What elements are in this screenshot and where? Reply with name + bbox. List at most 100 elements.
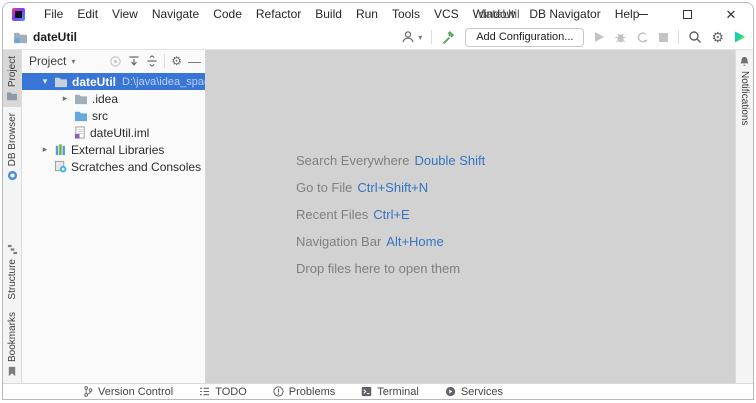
toolwindow-problems[interactable]: Problems [273, 386, 335, 398]
module-file-icon [74, 126, 86, 139]
notifications-bell-icon [739, 56, 750, 67]
chevron-right-icon[interactable]: ▸ [60, 93, 70, 104]
menu-db-navigator[interactable]: DB Navigator [522, 4, 607, 24]
debug-icon[interactable] [614, 31, 627, 44]
menu-view[interactable]: View [105, 4, 145, 24]
bookmarks-icon [7, 366, 17, 377]
editor-area[interactable]: Search Everywhere Double Shift Go to Fil… [206, 50, 735, 383]
user-profile-icon[interactable] [401, 30, 415, 44]
toolwindow-services[interactable]: Services [445, 386, 503, 398]
project-panel-title[interactable]: Project [29, 54, 66, 68]
menu-vcs[interactable]: VCS [427, 4, 466, 24]
libraries-icon [54, 143, 67, 156]
left-toolwindow-stripe: Project DB Browser Structure Bookmarks [3, 50, 22, 383]
toolwindow-label: Version Control [98, 386, 173, 398]
tree-row-iml[interactable]: dateUtil.iml [22, 124, 205, 141]
hint-drop-files: Drop files here to open them [296, 255, 485, 282]
hint-shortcut: Alt+Home [386, 234, 443, 249]
project-folder-icon [13, 31, 28, 44]
project-toolwindow: Project ▾ ⚙ — [22, 50, 206, 383]
toolwindow-label: Problems [289, 386, 335, 398]
tree-row-idea[interactable]: ▸ .idea [22, 90, 205, 107]
maximize-button[interactable] [665, 3, 709, 25]
menu-code[interactable]: Code [206, 4, 249, 24]
menu-edit[interactable]: Edit [70, 4, 105, 24]
run-icon[interactable] [593, 31, 605, 43]
panel-settings-gear-icon[interactable]: ⚙ [171, 54, 182, 68]
tree-row-root[interactable]: ▾ dateUtil D:\java\idea_space\dateUtil [22, 73, 205, 90]
add-configuration-button[interactable]: Add Configuration... [465, 28, 584, 47]
sidebar-item-db-browser[interactable]: DB Browser [3, 107, 21, 187]
project-tree: ▾ dateUtil D:\java\idea_space\dateUtil ▸… [22, 72, 205, 175]
toolwindow-label: Terminal [377, 386, 419, 398]
bookmarks-tab-label: Bookmarks [7, 312, 18, 362]
tree-item-label: src [92, 109, 108, 123]
expand-all-icon[interactable] [128, 55, 140, 67]
sidebar-item-bookmarks[interactable]: Bookmarks [3, 306, 21, 383]
tree-root-path: D:\java\idea_space\dateUtil [122, 76, 205, 88]
sidebar-item-project[interactable]: Project [3, 50, 21, 107]
intellij-logo-icon [12, 8, 25, 21]
toolwindow-terminal[interactable]: Terminal [361, 386, 419, 398]
close-button[interactable]: ✕ [709, 3, 753, 25]
menubar: File Edit View Navigate Code Refactor Bu… [37, 4, 646, 24]
source-folder-icon [74, 110, 88, 122]
toolbar-separator [431, 30, 432, 44]
git-branch-icon [83, 386, 93, 397]
services-icon [445, 386, 456, 397]
main-toolbar: dateUtil ▾ Add Configuration... [3, 25, 753, 50]
coverage-icon[interactable] [636, 31, 649, 44]
menu-tools[interactable]: Tools [385, 4, 427, 24]
bottom-toolwindow-bar: Version Control TODO Problems Terminal S… [3, 383, 753, 399]
hint-action: Search Everywhere [296, 153, 409, 168]
tree-row-scratches[interactable]: Scratches and Consoles [22, 158, 205, 175]
search-everywhere-icon[interactable] [688, 30, 702, 44]
user-dropdown-caret-icon[interactable]: ▾ [418, 33, 422, 42]
toolbar-right-group: ▾ Add Configuration... ⚙ [401, 25, 747, 49]
toolwindow-version-control[interactable]: Version Control [83, 386, 173, 398]
chevron-right-icon[interactable]: ▸ [40, 144, 50, 155]
titlebar: File Edit View Navigate Code Refactor Bu… [3, 3, 753, 25]
notifications-tab-label: Notifications [739, 71, 750, 125]
toolwindow-label: Services [461, 386, 503, 398]
tree-row-external-libraries[interactable]: ▸ External Libraries [22, 141, 205, 158]
minimize-button[interactable] [621, 3, 665, 25]
toolbar-separator [678, 30, 679, 44]
sidebar-item-notifications[interactable]: Notifications [736, 50, 753, 131]
tree-item-label: External Libraries [71, 143, 164, 157]
ide-window: File Edit View Navigate Code Refactor Bu… [2, 2, 754, 400]
menu-file[interactable]: File [37, 4, 70, 24]
sidebar-item-structure[interactable]: Structure [3, 238, 21, 306]
main-area: Project DB Browser Structure Bookmarks [3, 50, 753, 383]
stop-icon[interactable] [658, 32, 669, 43]
build-hammer-icon[interactable] [441, 30, 456, 45]
hide-panel-icon[interactable]: — [188, 54, 201, 69]
scratches-icon [54, 160, 67, 173]
locate-file-icon[interactable] [109, 55, 122, 68]
tree-item-label: dateUtil.iml [90, 126, 149, 140]
hint-action: Go to File [296, 180, 352, 195]
collapse-all-icon[interactable] [146, 55, 158, 67]
project-panel-header-icons: ⚙ — [109, 54, 201, 69]
chevron-down-icon[interactable]: ▾ [40, 76, 50, 87]
menu-build[interactable]: Build [308, 4, 349, 24]
tree-row-src[interactable]: src [22, 107, 205, 124]
hint-action: Drop files here to open them [296, 261, 460, 276]
ide-plugin-icon[interactable] [733, 30, 747, 44]
toolwindow-label: TODO [215, 386, 247, 398]
menu-refactor[interactable]: Refactor [249, 4, 308, 24]
right-toolwindow-stripe: Notifications [735, 50, 753, 383]
menu-navigate[interactable]: Navigate [145, 4, 206, 24]
project-view-dropdown-icon[interactable]: ▾ [71, 57, 75, 66]
project-tab-label: Project [7, 56, 18, 87]
settings-gear-icon[interactable]: ⚙ [711, 29, 724, 46]
hint-navigation-bar: Navigation Bar Alt+Home [296, 228, 485, 255]
menu-run[interactable]: Run [349, 4, 385, 24]
toolwindow-todo[interactable]: TODO [199, 386, 247, 398]
terminal-icon [361, 386, 372, 397]
structure-tab-label: Structure [7, 259, 18, 300]
tree-item-label: Scratches and Consoles [71, 160, 201, 174]
panel-header-separator [164, 54, 165, 68]
project-name-widget[interactable]: dateUtil [13, 30, 77, 44]
db-browser-tab-label: DB Browser [7, 113, 18, 166]
